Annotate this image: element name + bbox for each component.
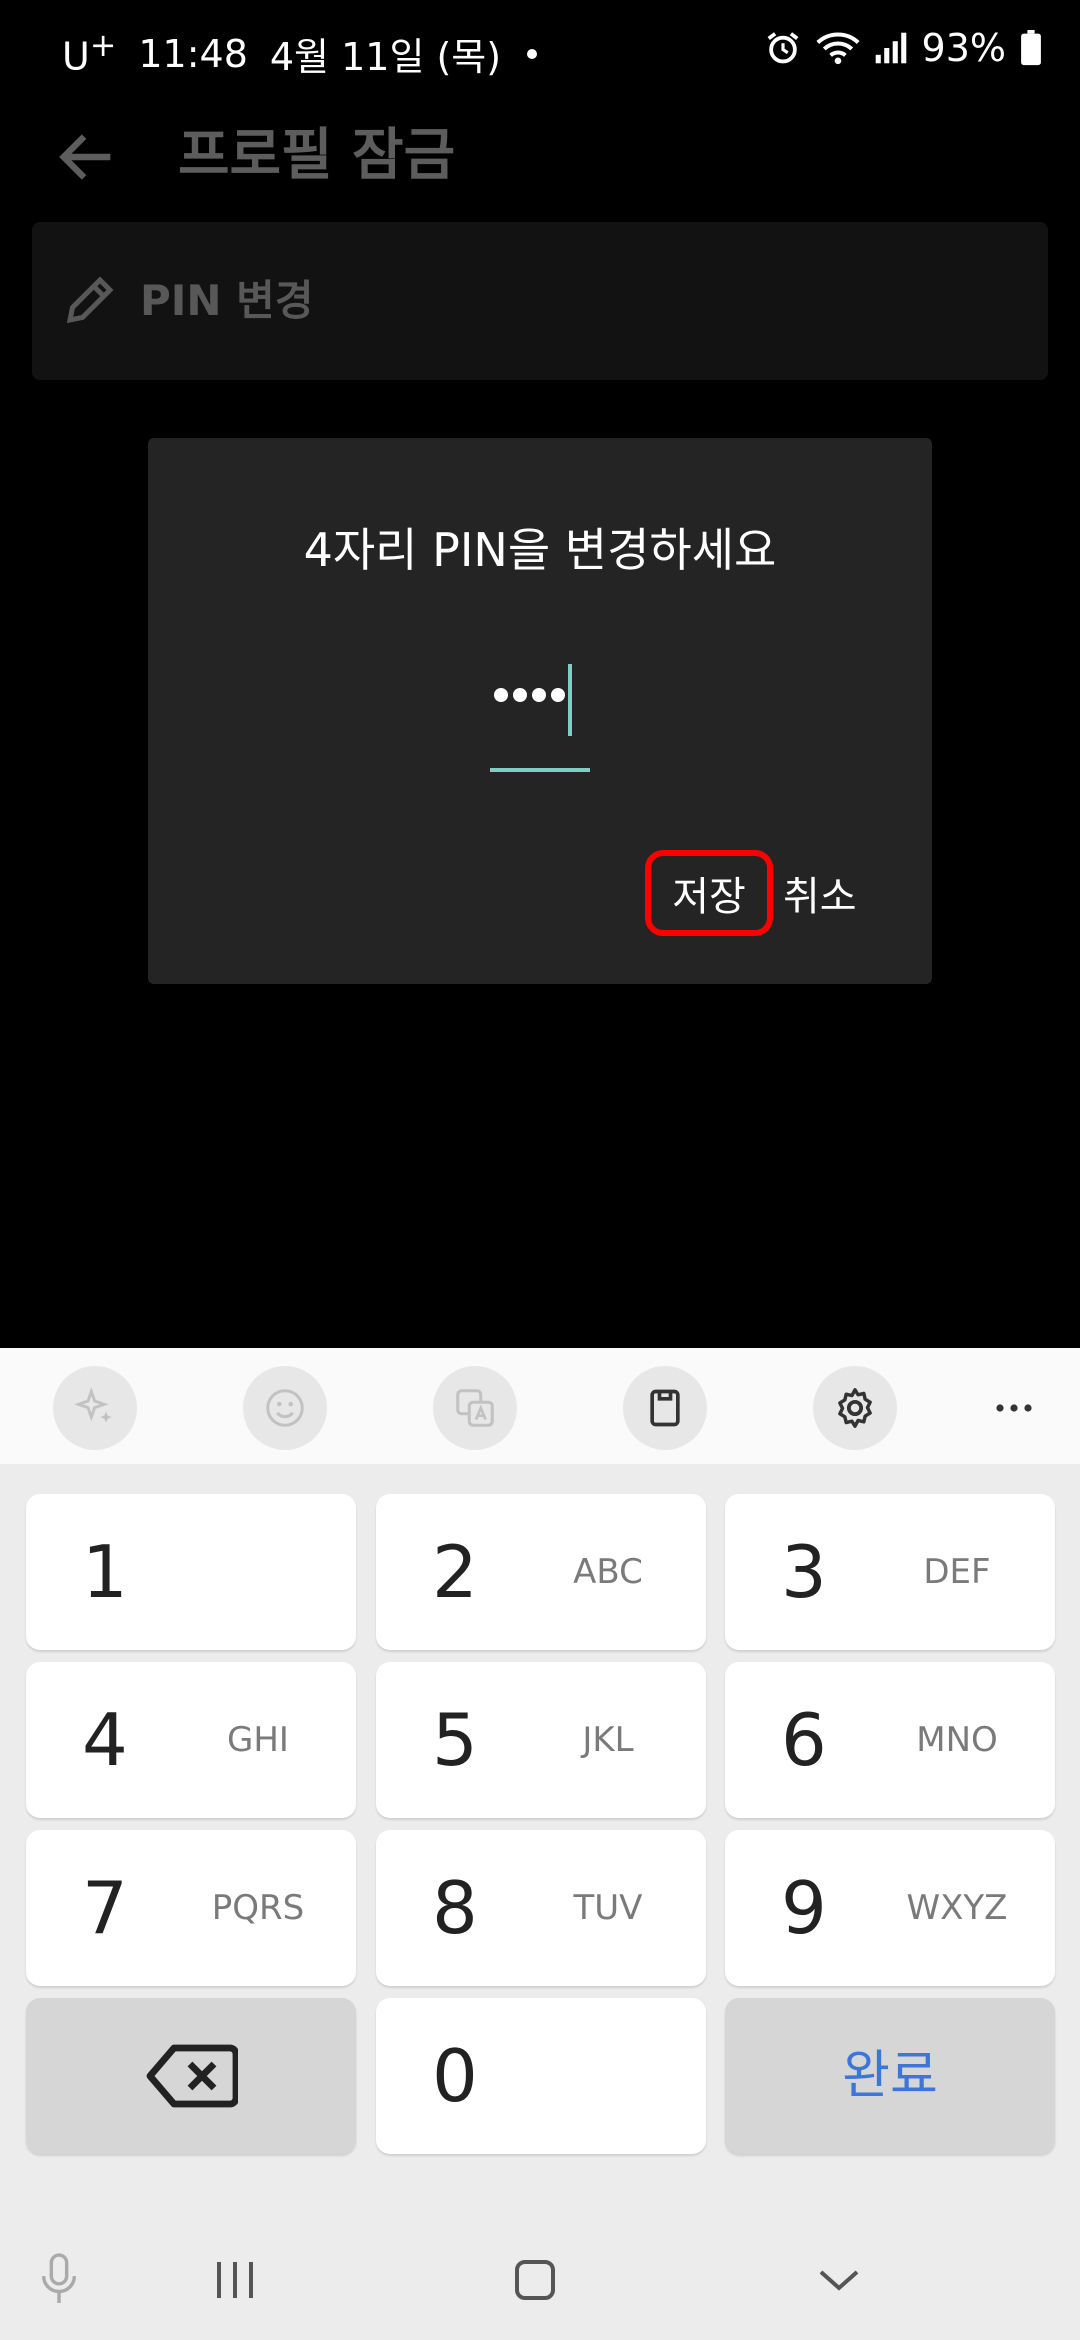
- key-digit: 7: [82, 1866, 128, 1950]
- save-button[interactable]: 저장: [645, 850, 773, 936]
- key-letters: TUV: [573, 1888, 643, 1928]
- alarm-icon: [767, 32, 798, 64]
- key-5[interactable]: 5 JKL: [376, 1662, 706, 1818]
- translate-icon: [456, 1389, 494, 1427]
- pin-dot: [551, 688, 565, 702]
- cancel-button[interactable]: 취소: [783, 850, 857, 936]
- keypad: 1 2 ABC 3 DEF 4 GHI 5 JKL 6 MNO 7 PQRS 8 TUV 9 W…: [0, 1464, 1080, 2340]
- change-pin-label: PIN 변경: [140, 276, 314, 325]
- backspace-icon: [146, 2044, 238, 2108]
- more-button[interactable]: [972, 1366, 1056, 1450]
- pin-dots: [494, 674, 565, 702]
- home-icon[interactable]: [510, 2250, 560, 2310]
- key-0[interactable]: 0: [376, 1998, 706, 2154]
- key-digit: 4: [82, 1698, 128, 1782]
- key-letters: WXYZ: [906, 1888, 1008, 1928]
- recent-apps-icon[interactable]: [210, 2250, 260, 2310]
- battery-percent: 93%: [921, 26, 1006, 70]
- carrier-label: U+: [62, 28, 117, 79]
- key-9[interactable]: 9 WXYZ: [725, 1830, 1055, 1986]
- key-digit: 3: [781, 1530, 827, 1614]
- pencil-icon: [66, 276, 114, 324]
- key-2[interactable]: 2 ABC: [376, 1494, 706, 1650]
- change-pin-item[interactable]: PIN 변경: [32, 222, 1048, 380]
- key-digit: 6: [781, 1698, 827, 1782]
- key-1[interactable]: 1: [26, 1494, 356, 1650]
- key-letters: GHI: [227, 1720, 289, 1760]
- translate-button[interactable]: [433, 1366, 517, 1450]
- key-letters: MNO: [916, 1720, 998, 1760]
- key-digit: 1: [82, 1530, 128, 1614]
- clock: 11:48: [138, 31, 248, 76]
- back-button[interactable]: [52, 122, 122, 192]
- sparkle-button[interactable]: [53, 1366, 137, 1450]
- key-digit: 0: [432, 2034, 478, 2118]
- numeric-keyboard: 1 2 ABC 3 DEF 4 GHI 5 JKL 6 MNO 7 PQRS 8 TUV 9 W…: [0, 1348, 1080, 2340]
- settings-button[interactable]: [813, 1366, 897, 1450]
- key-digit: 8: [432, 1866, 478, 1950]
- key-letters: JKL: [582, 1720, 634, 1760]
- back-arrow-icon: [59, 134, 111, 180]
- pin-input[interactable]: [490, 660, 590, 736]
- key-6[interactable]: 6 MNO: [725, 1662, 1055, 1818]
- app-bar: 프로필 잠금: [0, 100, 1080, 220]
- change-pin-dialog: 4자리 PIN을 변경하세요 저장 취소: [148, 438, 932, 984]
- key-letters: DEF: [923, 1552, 991, 1592]
- key-letters: ABC: [573, 1552, 643, 1592]
- more-icon: [996, 1404, 1032, 1412]
- hide-keyboard-icon[interactable]: [812, 2250, 866, 2310]
- pin-dot: [532, 688, 546, 702]
- key-8[interactable]: 8 TUV: [376, 1830, 706, 1986]
- key-3[interactable]: 3 DEF: [725, 1494, 1055, 1650]
- battery-icon: [1021, 30, 1041, 66]
- keyboard-toolbar: [0, 1348, 1080, 1464]
- notification-dot: [527, 48, 538, 59]
- page-title: 프로필 잠금: [178, 123, 456, 188]
- key-digit: 9: [781, 1866, 827, 1950]
- sparkle-icon: [74, 1387, 112, 1423]
- navigation-bar: [0, 2220, 1080, 2340]
- key-digit: 5: [432, 1698, 478, 1782]
- dialog-title: 4자리 PIN을 변경하세요: [303, 523, 777, 577]
- pin-input-underline: [490, 768, 590, 772]
- done-label: 완료: [842, 2046, 938, 2106]
- emoji-button[interactable]: [243, 1366, 327, 1450]
- microphone-icon[interactable]: [36, 2250, 82, 2310]
- done-key[interactable]: 완료: [725, 1998, 1055, 2154]
- emoji-icon: [266, 1389, 304, 1427]
- date: 4월 11일 (목): [269, 35, 502, 79]
- backspace-key[interactable]: [26, 1998, 356, 2154]
- gear-icon: [838, 1388, 872, 1428]
- key-letters: PQRS: [211, 1888, 305, 1928]
- pin-dot: [494, 688, 508, 702]
- clipboard-button[interactable]: [623, 1366, 707, 1450]
- key-4[interactable]: 4 GHI: [26, 1662, 356, 1818]
- key-digit: 2: [432, 1530, 478, 1614]
- status-bar: U+ 11:48 4월 11일 (목) 93%: [0, 0, 1080, 100]
- clipboard-icon: [650, 1389, 680, 1427]
- signal-icon: [875, 32, 906, 64]
- wifi-icon: [815, 32, 860, 65]
- pin-dot: [513, 688, 527, 702]
- text-cursor: [568, 664, 572, 736]
- key-7[interactable]: 7 PQRS: [26, 1830, 356, 1986]
